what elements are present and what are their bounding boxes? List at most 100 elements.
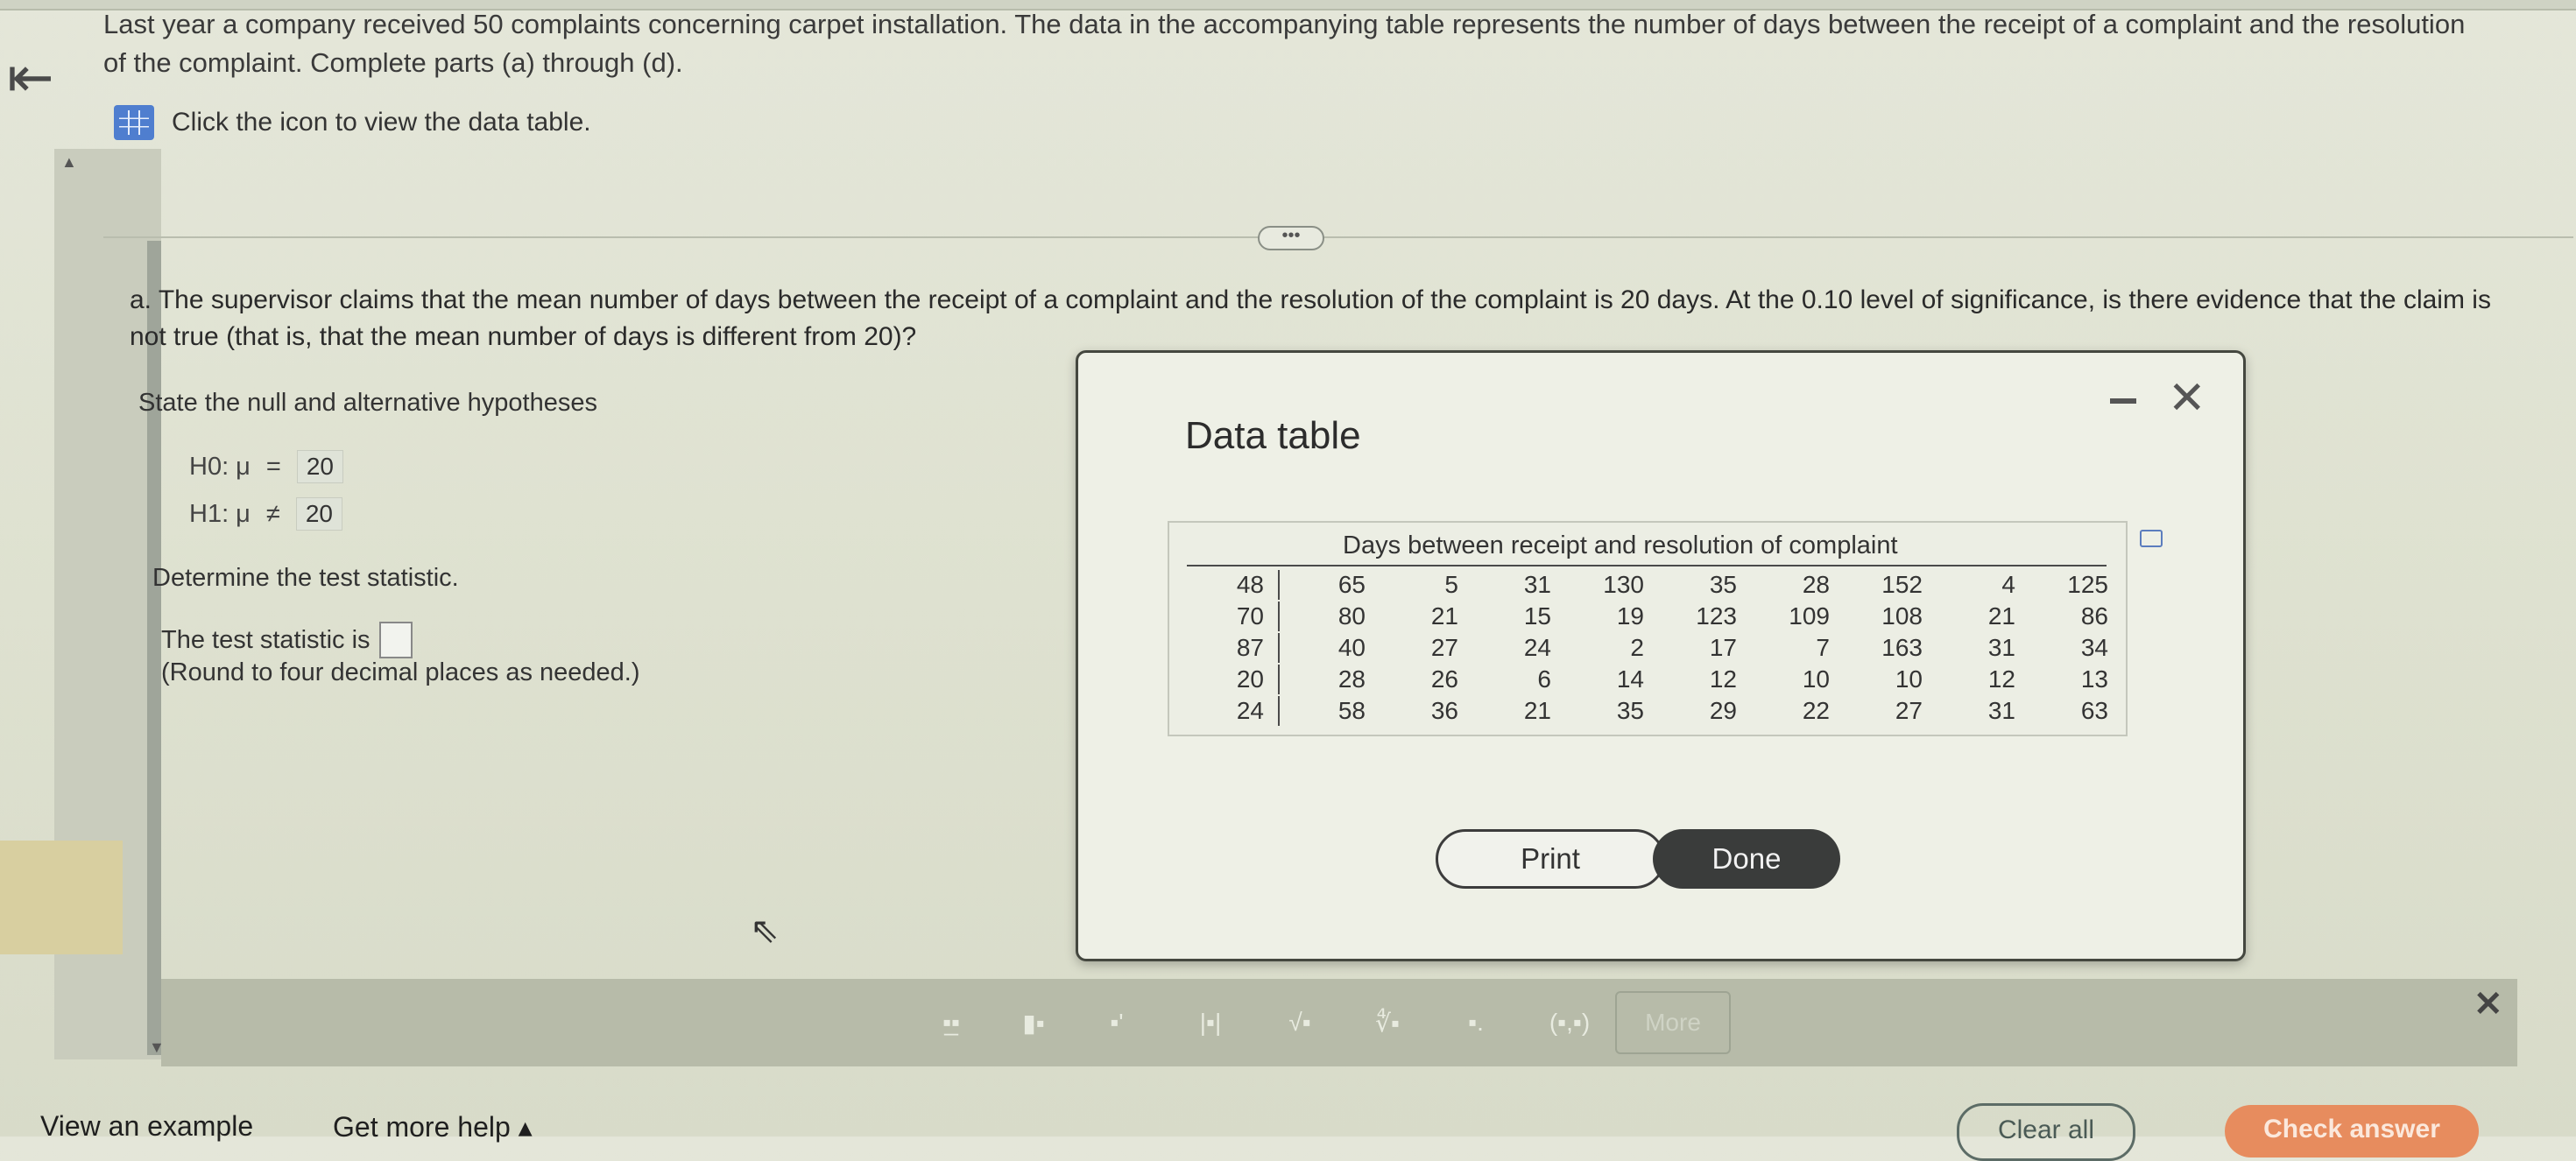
table-cell: 86 <box>2080 602 2108 630</box>
table-cell: 70 <box>1187 602 1280 631</box>
h1-operator[interactable]: ≠ <box>266 500 280 529</box>
alternative-hypothesis: H1: μ ≠ 20 <box>189 497 342 531</box>
expand-button[interactable]: ••• <box>1258 226 1324 250</box>
problem-intro: Last year a company received 50 complain… <box>103 9 2466 78</box>
table-cell: 31 <box>1987 697 2015 724</box>
table-cell: 125 <box>2067 571 2108 598</box>
table-cell: 21 <box>1987 602 2015 630</box>
table-cell: 29 <box>1709 697 1737 724</box>
section-divider <box>103 236 2573 238</box>
table-cell: 19 <box>1616 602 1644 630</box>
table-cell: 58 <box>1337 697 1366 724</box>
table-cell: 12 <box>1709 665 1737 693</box>
copy-icon[interactable] <box>2140 530 2163 547</box>
table-cell: 14 <box>1616 665 1644 693</box>
left-rail-accent <box>0 841 123 954</box>
exponent-icon[interactable]: ▪' <box>1102 996 1132 1049</box>
table-cell: 35 <box>1616 697 1644 724</box>
h0-value[interactable]: 20 <box>296 450 343 483</box>
nth-root-icon[interactable]: ∜▪ <box>1368 996 1407 1049</box>
table-cell: 21 <box>1430 602 1458 630</box>
null-hypothesis: H0: μ = 20 <box>189 450 343 483</box>
table-cells: 48 65 5 31 130 35 28 152 4 125 70 80 21 15 19 123 109 108… <box>1187 570 2115 726</box>
h0-operator[interactable]: = <box>266 453 281 482</box>
table-cell: 36 <box>1430 697 1458 724</box>
square-root-icon[interactable]: √▪ <box>1281 996 1319 1049</box>
table-cell: 87 <box>1187 633 1280 663</box>
mixed-number-icon[interactable]: ▮▪ <box>1013 996 1055 1049</box>
table-cell: 28 <box>1337 665 1366 693</box>
table-grid-icon[interactable] <box>114 105 154 140</box>
toolbar-close-icon[interactable]: ✕ <box>2474 984 2503 1024</box>
table-cell: 80 <box>1337 602 1366 630</box>
rounding-note: (Round to four decimal places as needed.… <box>161 658 640 686</box>
table-cell: 10 <box>1802 665 1830 693</box>
data-table-link-label[interactable]: Click the icon to view the data table. <box>172 108 591 137</box>
h1-value[interactable]: 20 <box>295 497 342 531</box>
h1-label: H1: μ <box>189 499 251 528</box>
table-cell: 27 <box>1895 697 1923 724</box>
ordered-pair-icon[interactable]: (▪,▪) <box>1542 996 1598 1049</box>
back-arrow-icon[interactable]: ⇤ <box>7 49 54 105</box>
test-statistic-label: The test statistic is <box>161 625 371 654</box>
test-statistic-input[interactable] <box>378 622 413 658</box>
table-cell: 65 <box>1337 571 1366 598</box>
hypotheses-label: State the null and alternative hypothese… <box>138 389 597 417</box>
fraction-icon[interactable]: ▪̲▪ <box>932 996 970 1049</box>
absolute-value-icon[interactable]: |▪| <box>1191 996 1230 1049</box>
table-caption: Days between receipt and resolution of c… <box>1343 531 1898 559</box>
table-cell: 21 <box>1523 697 1551 724</box>
get-more-help-link[interactable]: Get more help ▴ <box>333 1110 533 1143</box>
table-cell: 28 <box>1802 571 1830 598</box>
table-cell: 108 <box>1881 602 1923 630</box>
table-cell: 2 <box>1630 634 1644 661</box>
table-cell: 10 <box>1895 665 1923 693</box>
table-cell: 34 <box>2080 634 2108 661</box>
table-cell: 109 <box>1789 602 1830 630</box>
modal-title: Data table <box>1185 414 1361 457</box>
check-answer-button[interactable]: Check answer <box>2225 1105 2479 1157</box>
table-cell: 6 <box>1537 665 1551 693</box>
table-cell: 15 <box>1523 602 1551 630</box>
table-cell: 7 <box>1816 634 1830 661</box>
table-cell: 26 <box>1430 665 1458 693</box>
table-cell: 13 <box>2080 665 2108 693</box>
math-toolbar: ▪̲▪ ▮▪ ▪' |▪| √▪ ∜▪ ▪. (▪,▪) More <box>161 979 2517 1066</box>
table-cell: 130 <box>1603 571 1644 598</box>
table-cell: 5 <box>1444 571 1458 598</box>
table-cell: 12 <box>1987 665 2015 693</box>
table-cell: 123 <box>1696 602 1737 630</box>
test-statistic-line: The test statistic is <box>161 622 413 658</box>
table-cell: 27 <box>1430 634 1458 661</box>
more-button[interactable]: More <box>1615 991 1731 1054</box>
table-cell: 163 <box>1881 634 1923 661</box>
table-cell: 152 <box>1881 571 1923 598</box>
data-table-modal: Data table ✕ Days between receipt and re… <box>1076 350 2246 961</box>
data-table: Days between receipt and resolution of c… <box>1168 521 2163 736</box>
table-cell: 4 <box>2001 571 2015 598</box>
decimal-icon[interactable]: ▪. <box>1461 996 1491 1049</box>
clear-all-button[interactable]: Clear all <box>1957 1103 2135 1161</box>
scroll-up-icon[interactable]: ▲ <box>61 153 77 172</box>
print-button[interactable]: Print <box>1436 829 1665 889</box>
determine-test-statistic-label: Determine the test statistic. <box>152 564 459 592</box>
scrollbar-track[interactable] <box>147 241 161 1055</box>
table-cell: 35 <box>1709 571 1737 598</box>
done-button[interactable]: Done <box>1653 829 1840 889</box>
table-cell: 31 <box>1523 571 1551 598</box>
table-cell: 20 <box>1187 665 1280 694</box>
table-cell: 40 <box>1337 634 1366 661</box>
table-cell: 22 <box>1802 697 1830 724</box>
caption-rule <box>1187 565 2107 566</box>
data-table-link[interactable]: Click the icon to view the data table. <box>114 105 591 140</box>
minimize-icon[interactable] <box>2110 398 2136 404</box>
question-text: a. The supervisor claims that the mean n… <box>130 285 2491 351</box>
mouse-pointer-icon: ⇖ <box>750 911 780 950</box>
table-cell: 31 <box>1987 634 2015 661</box>
table-cell: 17 <box>1709 634 1737 661</box>
table-cell: 48 <box>1187 570 1280 600</box>
h0-label: H0: μ <box>189 452 251 481</box>
table-cell: 24 <box>1187 696 1280 726</box>
close-icon[interactable]: ✕ <box>2168 376 2206 421</box>
view-example-link[interactable]: View an example <box>40 1110 253 1143</box>
